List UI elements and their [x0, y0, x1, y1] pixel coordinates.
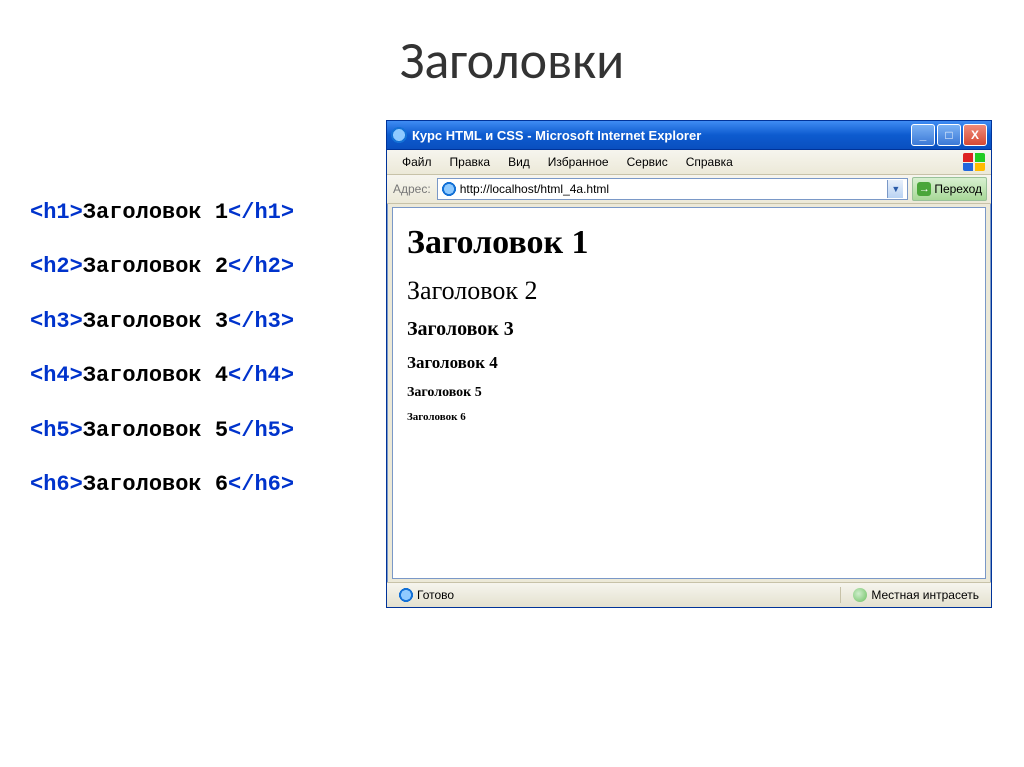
code-text: Заголовок 4 — [83, 363, 228, 388]
heading-6: Заголовок 6 — [407, 411, 971, 423]
address-label: Адрес: — [391, 182, 433, 196]
heading-1: Заголовок 1 — [407, 224, 971, 262]
code-text: Заголовок 6 — [83, 472, 228, 497]
windows-flag-icon[interactable] — [963, 153, 985, 171]
status-zone: Местная интрасеть — [847, 586, 985, 604]
minimize-button[interactable]: _ — [911, 124, 935, 146]
code-line-5: <h5>Заголовок 5</h5> — [30, 418, 294, 444]
code-block: <h1>Заголовок 1</h1> <h2>Заголовок 2</h2… — [30, 200, 294, 526]
code-line-6: <h6>Заголовок 6</h6> — [30, 472, 294, 498]
ie-icon — [399, 588, 413, 602]
tag-open: <h2> — [30, 254, 83, 279]
tag-close: </h4> — [228, 363, 294, 388]
tag-open: <h3> — [30, 309, 83, 334]
menu-tools[interactable]: Сервис — [618, 153, 677, 171]
titlebar[interactable]: Курс HTML и CSS - Microsoft Internet Exp… — [387, 121, 991, 150]
menu-file[interactable]: Файл — [393, 153, 441, 171]
address-bar: Адрес: http://localhost/html_4a.html ▼ →… — [387, 175, 991, 204]
code-line-2: <h2>Заголовок 2</h2> — [30, 254, 294, 280]
tag-open: <h1> — [30, 200, 83, 225]
status-ready-label: Готово — [417, 588, 454, 602]
tag-open: <h6> — [30, 472, 83, 497]
status-zone-label: Местная интрасеть — [871, 588, 979, 602]
address-dropdown-icon[interactable]: ▼ — [887, 180, 903, 198]
tag-open: <h4> — [30, 363, 83, 388]
close-button[interactable]: X — [963, 124, 987, 146]
heading-2: Заголовок 2 — [407, 276, 971, 306]
go-arrow-icon: → — [917, 182, 931, 196]
intranet-zone-icon — [853, 588, 867, 602]
address-url: http://localhost/html_4a.html — [460, 182, 884, 196]
tag-close: </h5> — [228, 418, 294, 443]
status-ready: Готово — [393, 586, 460, 604]
go-button[interactable]: → Переход — [912, 177, 987, 201]
code-text: Заголовок 3 — [83, 309, 228, 334]
maximize-button[interactable]: □ — [937, 124, 961, 146]
ie-icon — [391, 127, 407, 143]
tag-open: <h5> — [30, 418, 83, 443]
menu-favorites[interactable]: Избранное — [539, 153, 618, 171]
browser-window: Курс HTML и CSS - Microsoft Internet Exp… — [386, 120, 992, 608]
window-title: Курс HTML и CSS - Microsoft Internet Exp… — [412, 128, 911, 143]
slide-title: Заголовки — [0, 28, 1024, 92]
tag-close: </h6> — [228, 472, 294, 497]
menu-help[interactable]: Справка — [677, 153, 742, 171]
code-line-4: <h4>Заголовок 4</h4> — [30, 363, 294, 389]
heading-4: Заголовок 4 — [407, 353, 971, 373]
menu-edit[interactable]: Правка — [441, 153, 500, 171]
tag-close: </h3> — [228, 309, 294, 334]
menubar: Файл Правка Вид Избранное Сервис Справка — [387, 150, 991, 175]
address-input[interactable]: http://localhost/html_4a.html ▼ — [437, 178, 909, 200]
code-text: Заголовок 2 — [83, 254, 228, 279]
heading-5: Заголовок 5 — [407, 385, 971, 401]
code-line-1: <h1>Заголовок 1</h1> — [30, 200, 294, 226]
code-text: Заголовок 1 — [83, 200, 228, 225]
code-line-3: <h3>Заголовок 3</h3> — [30, 309, 294, 335]
status-bar: Готово Местная интрасеть — [387, 582, 991, 607]
tag-close: </h2> — [228, 254, 294, 279]
page-content: Заголовок 1 Заголовок 2 Заголовок 3 Заго… — [392, 207, 986, 579]
go-label: Переход — [934, 182, 982, 196]
tag-close: </h1> — [228, 200, 294, 225]
code-text: Заголовок 5 — [83, 418, 228, 443]
menu-view[interactable]: Вид — [499, 153, 539, 171]
heading-3: Заголовок 3 — [407, 318, 971, 341]
page-icon — [442, 182, 456, 196]
